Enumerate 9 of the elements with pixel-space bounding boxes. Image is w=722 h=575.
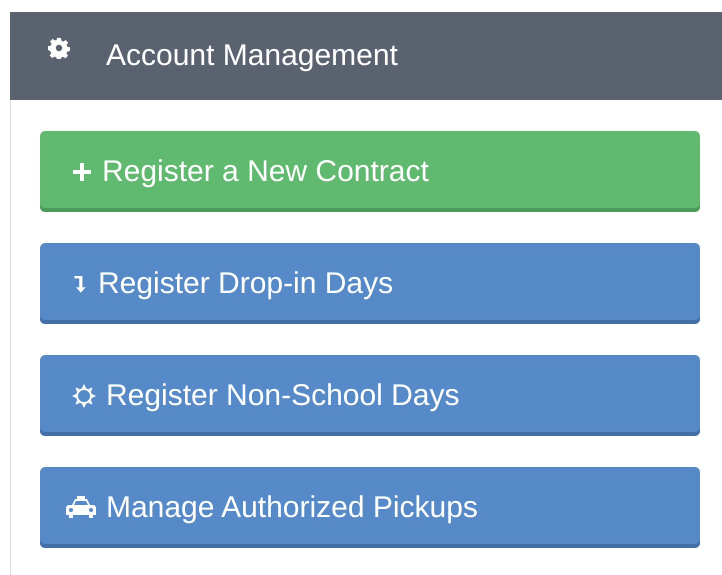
gear-icon	[48, 37, 70, 59]
action-button[interactable]: Register a New Contract	[40, 131, 700, 212]
plus-icon	[72, 162, 92, 182]
panel-title: Account Management	[106, 39, 398, 73]
action-button[interactable]: Register Non-School Days	[40, 355, 700, 436]
action-button[interactable]: Manage Authorized Pickups	[40, 467, 700, 548]
sun-icon	[72, 384, 96, 408]
car-icon	[66, 496, 96, 520]
action-button[interactable]: Register Drop-in Days	[40, 243, 700, 324]
